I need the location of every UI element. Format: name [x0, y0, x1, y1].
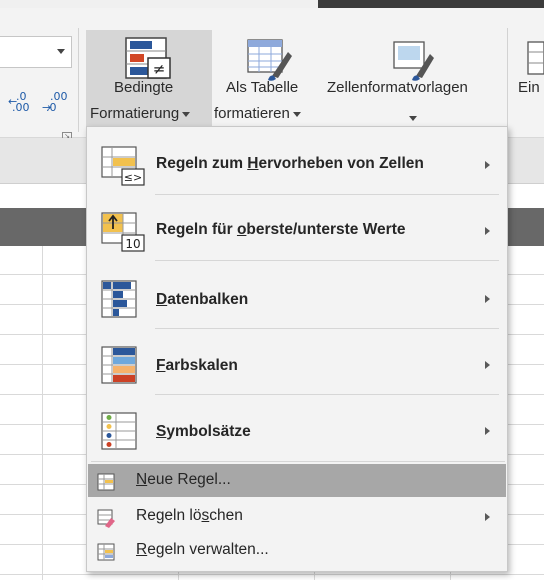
top-bottom-rules-icon: 10	[101, 212, 145, 252]
cell-styles-icon	[393, 41, 434, 81]
dropdown-arrow-icon	[292, 111, 301, 117]
menu-item-clear-rules[interactable]: Regeln löschen	[88, 500, 506, 533]
dropdown-arrow-icon	[409, 116, 417, 121]
format-as-table-label-line1: Als Tabelle	[226, 79, 299, 96]
menu-item-data-bars[interactable]: Datenbalken	[88, 267, 506, 329]
chevron-right-icon	[485, 227, 490, 235]
menu-separator	[155, 194, 499, 195]
data-bars-icon	[101, 280, 137, 318]
svg-text:≠: ≠	[153, 60, 166, 78]
group-divider	[507, 28, 508, 132]
menu-item-label: Regeln löschen	[136, 507, 243, 524]
insert-cells-icon	[527, 41, 544, 75]
menu-separator	[91, 461, 505, 462]
color-scales-icon	[101, 346, 137, 384]
menu-separator	[155, 328, 499, 329]
menu-item-label: Datenbalken	[156, 291, 249, 308]
menu-separator	[155, 260, 499, 261]
increase-decimal-button[interactable]: ← .0 .00	[8, 90, 36, 116]
clear-rules-icon	[97, 509, 115, 528]
conditional-formatting-menu: ≤> Regeln zum Hervorheben von Zellen 10 …	[86, 126, 508, 572]
insert-label: Ein	[518, 79, 540, 96]
decrease-decimal-button[interactable]: .00 .0 →	[42, 90, 70, 116]
cell-styles-label: Zellenformatvorlagen	[327, 79, 468, 96]
ribbon-home-tab: ← .0 .00 .00 .0 → ≠ Bedingte Formatierun…	[0, 8, 544, 138]
svg-text:≤>: ≤>	[124, 171, 142, 184]
manage-rules-icon	[97, 543, 115, 561]
chevron-right-icon	[485, 427, 490, 435]
menu-item-icon-sets[interactable]: Symbolsätze	[88, 399, 506, 461]
title-bar-strip	[0, 0, 544, 8]
arrow-right-icon: →	[42, 101, 52, 114]
menu-separator	[155, 394, 499, 395]
conditional-formatting-label-line2: Formatierung	[90, 105, 191, 122]
svg-text:10: 10	[125, 237, 140, 251]
chevron-right-icon	[485, 161, 490, 169]
menu-item-top-bottom-rules[interactable]: 10 Regeln für oberste/unterste Werte	[88, 199, 506, 261]
menu-item-label: Regeln zum Hervorheben von Zellen	[156, 155, 424, 172]
number-format-combobox[interactable]	[0, 36, 72, 68]
title-bar-dark-section	[318, 0, 544, 8]
chevron-down-icon[interactable]	[57, 49, 65, 54]
chevron-right-icon	[485, 513, 490, 521]
menu-item-new-rule[interactable]: Neue Regel...	[88, 464, 506, 497]
conditional-formatting-label-line1: Bedingte	[114, 79, 174, 96]
format-as-table-icon	[247, 39, 292, 81]
group-divider	[78, 28, 79, 132]
menu-item-highlight-cells-rules[interactable]: ≤> Regeln zum Hervorheben von Zellen	[88, 133, 506, 195]
chevron-right-icon	[485, 295, 490, 303]
menu-item-manage-rules[interactable]: Regeln verwalten...	[88, 534, 506, 567]
menu-item-label: Symbolsätze	[156, 423, 251, 440]
chevron-right-icon	[485, 361, 490, 369]
new-rule-icon	[97, 473, 115, 491]
menu-item-label: Farbskalen	[156, 357, 238, 374]
menu-item-label: Regeln für oberste/unterste Werte	[156, 221, 406, 238]
conditional-formatting-icon: ≠	[125, 37, 171, 79]
menu-item-color-scales[interactable]: Farbskalen	[88, 333, 506, 395]
highlight-cells-rules-icon: ≤>	[101, 146, 145, 186]
format-as-table-label-line2: formatieren	[214, 105, 301, 122]
icon-sets-icon	[101, 412, 137, 450]
menu-item-label: Regeln verwalten...	[136, 541, 269, 558]
dropdown-arrow-icon	[182, 111, 191, 117]
menu-item-label: Neue Regel...	[136, 471, 231, 488]
